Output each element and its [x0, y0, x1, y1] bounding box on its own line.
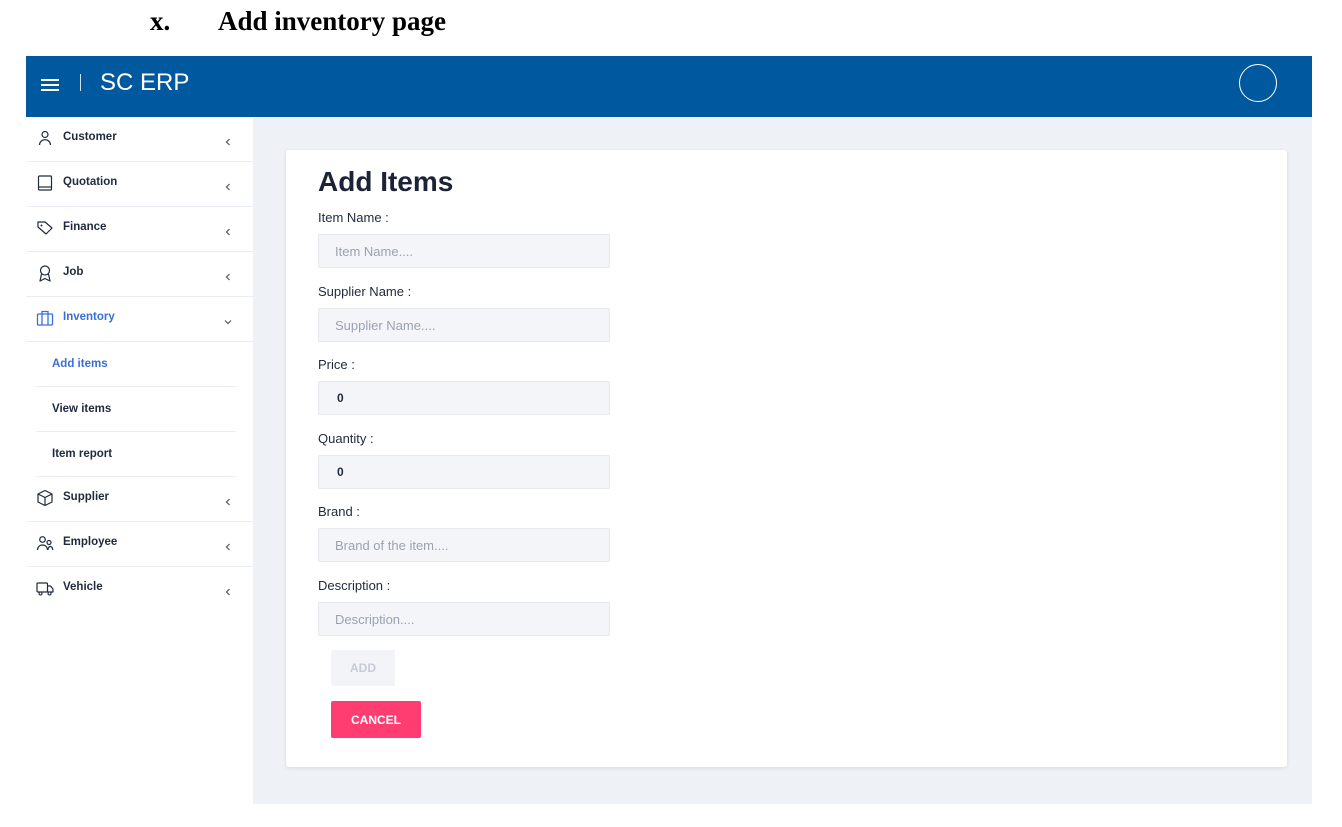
person-icon	[36, 129, 54, 147]
sidebar-item-label: Job	[63, 266, 84, 278]
add-items-form-card: Add Items Item Name : Supplier Name : Pr…	[286, 150, 1287, 767]
user-avatar[interactable]	[1239, 64, 1277, 102]
sidebar-subitem-view-items[interactable]: View items	[36, 387, 236, 432]
truck-icon	[36, 579, 54, 597]
sidebar-item-label: Inventory	[63, 311, 115, 323]
chevron-left-icon	[223, 494, 233, 506]
menu-icon[interactable]	[38, 73, 62, 97]
sidebar-item-vehicle[interactable]: Vehicle	[26, 567, 253, 612]
quantity-input[interactable]	[318, 455, 610, 489]
sidebar-item-label: Finance	[63, 221, 107, 233]
sidebar-item-finance[interactable]: Finance	[26, 207, 253, 252]
chevron-left-icon	[223, 179, 233, 191]
brand-title[interactable]: SC ERP	[100, 69, 189, 97]
sidebar-subitem-label: Item report	[52, 448, 113, 460]
sidebar-item-label: Employee	[63, 536, 118, 548]
briefcase-icon	[36, 309, 54, 327]
sidebar: Customer Quotation Finance Job Inventory…	[26, 117, 253, 804]
top-bar: SC ERP	[26, 56, 1312, 117]
document-caption: x. Add inventory page	[150, 6, 446, 37]
add-button[interactable]: ADD	[331, 650, 395, 686]
caption-title: Add inventory page	[218, 6, 447, 36]
item-name-label: Item Name :	[318, 210, 389, 225]
supplier-name-input[interactable]	[318, 308, 610, 342]
sidebar-item-label: Vehicle	[63, 581, 103, 593]
sidebar-item-job[interactable]: Job	[26, 252, 253, 297]
brand-input[interactable]	[318, 528, 610, 562]
item-name-input[interactable]	[318, 234, 610, 268]
cube-icon	[36, 489, 54, 507]
sidebar-subitem-label: Add items	[52, 358, 108, 370]
header-divider	[80, 74, 81, 91]
sidebar-subitem-item-report[interactable]: Item report	[36, 432, 236, 477]
description-label: Description :	[318, 578, 391, 593]
sidebar-item-label: Customer	[63, 131, 117, 143]
sidebar-item-label: Quotation	[63, 176, 118, 188]
caption-number: x.	[150, 6, 171, 36]
sidebar-item-supplier[interactable]: Supplier	[26, 477, 253, 522]
chevron-left-icon	[223, 539, 233, 551]
chevron-left-icon	[223, 584, 233, 596]
sidebar-subitem-add-items[interactable]: Add items	[36, 342, 236, 387]
price-label: Price :	[318, 357, 355, 372]
sidebar-item-employee[interactable]: Employee	[26, 522, 253, 567]
chevron-left-icon	[223, 134, 233, 146]
chevron-down-icon	[223, 314, 233, 325]
description-input[interactable]	[318, 602, 610, 636]
brand-label: Brand :	[318, 504, 360, 519]
book-icon	[36, 174, 54, 192]
supplier-name-label: Supplier Name :	[318, 284, 412, 299]
price-input[interactable]	[318, 381, 610, 415]
sidebar-item-label: Supplier	[63, 491, 110, 503]
page-title: Add Items	[318, 166, 454, 197]
chevron-left-icon	[223, 269, 233, 281]
sidebar-item-inventory[interactable]: Inventory	[26, 297, 253, 342]
quantity-label: Quantity :	[318, 431, 374, 446]
chevron-left-icon	[223, 224, 233, 236]
tag-icon	[36, 219, 54, 237]
sidebar-item-quotation[interactable]: Quotation	[26, 162, 253, 207]
people-icon	[36, 534, 54, 552]
cancel-button[interactable]: CANCEL	[331, 701, 421, 738]
sidebar-subitem-label: View items	[52, 403, 112, 415]
award-icon	[36, 264, 54, 282]
app-window: SC ERP Customer Quotation Finance Job In…	[26, 56, 1312, 804]
sidebar-item-customer[interactable]: Customer	[26, 117, 253, 162]
